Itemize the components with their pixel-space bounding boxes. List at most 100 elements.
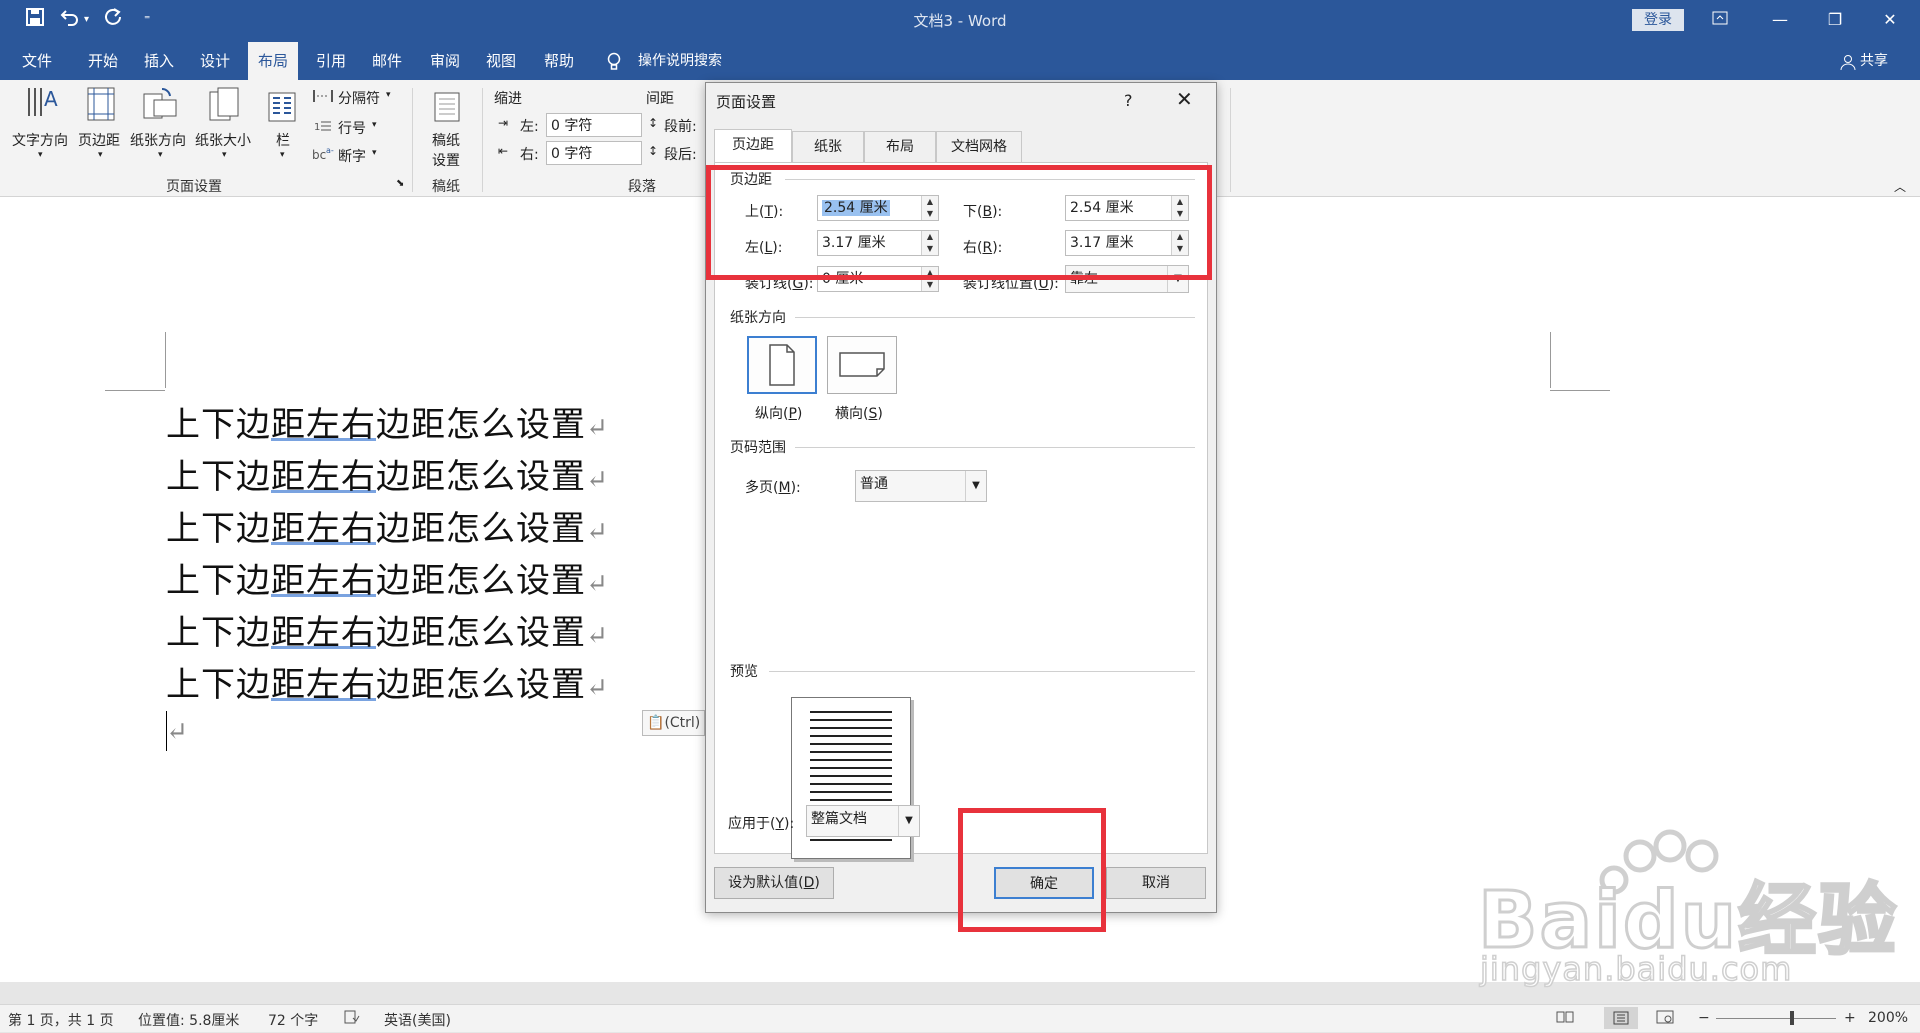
- tab-review[interactable]: 审阅: [430, 42, 460, 80]
- chevron-down-icon[interactable]: ▾: [372, 148, 377, 158]
- apply-to-label: 应用于(Y):: [728, 816, 795, 832]
- tab-view[interactable]: 视图: [486, 42, 516, 80]
- crop-mark: [165, 332, 166, 388]
- chevron-down-icon[interactable]: ▾: [38, 150, 43, 160]
- text-direction-label[interactable]: 文字方向: [12, 130, 68, 150]
- pages-section-title: 页码范围: [730, 440, 786, 456]
- document-line[interactable]: 上下边距左右边距怎么设置↵: [166, 605, 609, 654]
- chevron-down-icon[interactable]: ▾: [386, 90, 391, 100]
- document-empty-line[interactable]: ↵: [166, 709, 189, 749]
- paragraph-group-label: 段落: [628, 179, 656, 195]
- window-close-icon[interactable]: ✕: [1870, 6, 1910, 34]
- set-default-button[interactable]: 设为默认值(D): [714, 867, 834, 899]
- tab-help[interactable]: 帮助: [544, 42, 574, 80]
- ribbon-display-icon[interactable]: [1700, 6, 1740, 34]
- help-icon[interactable]: ?: [1124, 91, 1133, 110]
- manuscript-label-2[interactable]: 设置: [432, 150, 460, 170]
- manuscript-icon[interactable]: [434, 92, 464, 126]
- indent-left-input[interactable]: 0 字符: [546, 113, 642, 137]
- section-divider: [795, 447, 1195, 448]
- web-layout-icon[interactable]: [1656, 1010, 1674, 1028]
- read-mode-icon[interactable]: [1556, 1010, 1574, 1028]
- columns-icon[interactable]: [268, 92, 298, 126]
- preview-section-title: 预览: [730, 664, 758, 680]
- print-layout-icon[interactable]: [1604, 1007, 1638, 1029]
- crop-mark: [1550, 332, 1551, 388]
- svg-text:a-: a-: [326, 146, 334, 155]
- tab-layout[interactable]: 布局: [248, 42, 299, 80]
- zoom-in-icon[interactable]: +: [1844, 1010, 1856, 1026]
- tab-home[interactable]: 开始: [88, 42, 118, 80]
- tab-references[interactable]: 引用: [316, 42, 346, 80]
- margins-highlight-box: [706, 165, 1212, 280]
- chevron-down-icon[interactable]: ▾: [372, 120, 377, 130]
- tab-paper[interactable]: 纸张: [792, 131, 864, 162]
- landscape-option[interactable]: [827, 336, 897, 394]
- multiple-pages-select[interactable]: 普通 ▼: [855, 470, 987, 502]
- breaks-button[interactable]: 分隔符: [338, 88, 380, 108]
- ok-highlight-box: [958, 808, 1106, 932]
- tab-doc-grid[interactable]: 文档网格: [936, 131, 1022, 162]
- paste-options-button[interactable]: 📋(Ctrl): [642, 710, 706, 736]
- group-divider: [412, 88, 413, 192]
- zoom-level[interactable]: 200%: [1868, 1010, 1908, 1026]
- text-direction-icon[interactable]: A: [26, 86, 58, 120]
- document-line[interactable]: 上下边距左右边距怎么设置↵: [166, 657, 609, 706]
- portrait-label[interactable]: 纵向(P): [755, 403, 802, 423]
- tab-layout-dialog[interactable]: 布局: [864, 131, 936, 162]
- breaks-icon[interactable]: [312, 88, 334, 108]
- word-count[interactable]: 72 个字: [268, 1010, 318, 1030]
- orientation-label[interactable]: 纸张方向: [130, 130, 186, 150]
- margins-icon[interactable]: [86, 86, 116, 121]
- restore-icon[interactable]: ❐: [1815, 6, 1855, 34]
- margins-label[interactable]: 页边距: [78, 130, 120, 150]
- spacing-label: 间距: [646, 91, 674, 107]
- tab-file[interactable]: 文件: [22, 42, 52, 80]
- line-numbers-icon[interactable]: 1: [314, 118, 332, 138]
- document-line[interactable]: 上下边距左右边距怎么设置↵: [166, 501, 609, 550]
- page-setup-launcher-icon[interactable]: ⬊: [396, 178, 404, 189]
- tell-me-search[interactable]: 操作说明搜索: [638, 42, 722, 80]
- manuscript-label-1[interactable]: 稿纸: [432, 130, 460, 150]
- landscape-label[interactable]: 横向(S): [835, 403, 883, 423]
- orientation-icon[interactable]: [142, 86, 177, 120]
- manuscript-group-label: 稿纸: [432, 179, 460, 195]
- chevron-down-icon[interactable]: ▼: [965, 471, 986, 501]
- dialog-close-icon[interactable]: ✕: [1176, 87, 1193, 111]
- collapse-ribbon-icon[interactable]: ︿: [1894, 178, 1906, 195]
- document-line[interactable]: 上下边距左右边距怎么设置↵: [166, 397, 609, 446]
- zoom-out-icon[interactable]: −: [1698, 1010, 1710, 1026]
- tab-margins[interactable]: 页边距: [714, 129, 792, 162]
- hyphenation-icon[interactable]: bc a-: [312, 146, 334, 166]
- zoom-slider[interactable]: [1716, 1018, 1836, 1019]
- language-indicator[interactable]: 英语(美国): [384, 1010, 451, 1030]
- zoom-slider-thumb[interactable]: [1790, 1011, 1794, 1025]
- section-divider: [795, 317, 1195, 318]
- chevron-down-icon[interactable]: ▼: [898, 806, 919, 836]
- tab-mailings[interactable]: 邮件: [372, 42, 402, 80]
- document-line[interactable]: 上下边距左右边距怎么设置↵: [166, 553, 609, 602]
- tab-insert[interactable]: 插入: [144, 42, 174, 80]
- page-count[interactable]: 第 1 页，共 1 页: [8, 1010, 114, 1030]
- minimize-icon[interactable]: —: [1760, 6, 1800, 34]
- share-button[interactable]: 共享: [1860, 42, 1888, 80]
- proofing-icon[interactable]: [344, 1010, 360, 1028]
- tab-design[interactable]: 设计: [200, 42, 230, 80]
- chevron-down-icon[interactable]: ▾: [98, 150, 103, 160]
- svg-text:1: 1: [314, 122, 320, 133]
- portrait-option[interactable]: [747, 336, 817, 394]
- indent-right-input[interactable]: 0 字符: [546, 141, 642, 165]
- login-button[interactable]: 登录: [1632, 9, 1684, 31]
- page-size-label[interactable]: 纸张大小: [195, 130, 251, 150]
- chevron-down-icon[interactable]: ▾: [222, 150, 227, 160]
- hyphenation-button[interactable]: 断字: [338, 146, 366, 166]
- chevron-down-icon[interactable]: ▾: [158, 150, 163, 160]
- document-line[interactable]: 上下边距左右边距怎么设置↵: [166, 449, 609, 498]
- cancel-button[interactable]: 取消: [1106, 867, 1206, 899]
- page-size-icon[interactable]: [208, 86, 239, 121]
- position-value[interactable]: 位置值: 5.8厘米: [138, 1010, 239, 1030]
- columns-label[interactable]: 栏: [276, 130, 290, 150]
- apply-to-select[interactable]: 整篇文档 ▼: [806, 805, 920, 837]
- chevron-down-icon[interactable]: ▾: [280, 150, 285, 160]
- line-numbers-button[interactable]: 行号: [338, 118, 366, 138]
